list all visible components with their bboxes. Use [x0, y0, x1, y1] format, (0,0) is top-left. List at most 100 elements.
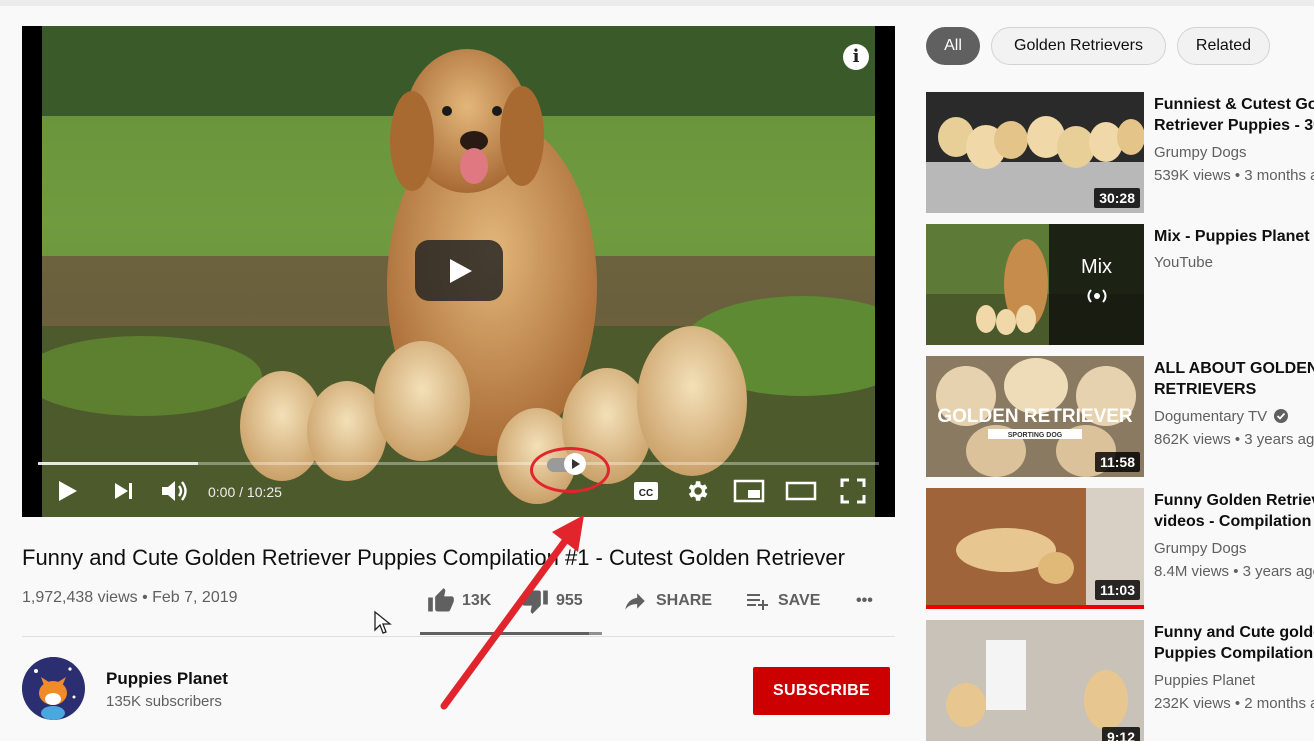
thumbs-up-icon [428, 588, 454, 612]
rec-stats: 539K views • 3 months ago [1154, 167, 1314, 184]
save-label: SAVE [778, 592, 821, 609]
fullscreen-icon [840, 478, 866, 504]
rec-stats: 862K views • 3 years ago [1154, 431, 1314, 448]
info-icon[interactable]: i [843, 44, 869, 70]
miniplayer-icon [733, 479, 765, 503]
mouse-cursor-icon [374, 610, 392, 634]
rec-title-line-1: ALL ABOUT GOLDEN [1154, 360, 1314, 377]
time-display: 0:00 / 10:25 [208, 484, 282, 500]
settings-button[interactable] [684, 476, 710, 506]
rec-item-3[interactable]: GOLDEN RETRIEVER SPORTING DOG 11:58 ALL … [926, 356, 1314, 477]
rec-thumbnail-4[interactable]: 11:03 [926, 488, 1144, 609]
rec-title-line-1: Funny and Cute golden [1154, 624, 1314, 641]
rec-channel: Grumpy Dogs [1154, 144, 1247, 161]
more-actions-button[interactable]: ••• [856, 586, 873, 616]
like-dislike-bar [420, 632, 602, 635]
rec-thumbnail-3[interactable]: GOLDEN RETRIEVER SPORTING DOG 11:58 [926, 356, 1144, 477]
duration-badge: 11:03 [1094, 580, 1140, 600]
channel-name[interactable]: Puppies Planet [106, 669, 228, 689]
rec-channel: Dogumentary TV [1154, 408, 1289, 425]
rec-title-line-2: Retriever Puppies - 30 [1154, 117, 1314, 134]
rec-item-1[interactable]: 30:28 Funniest & Cutest Golden Retriever… [926, 92, 1314, 213]
rec-title[interactable]: Funny Golden Retriever videos - Compilat… [1154, 490, 1314, 532]
volume-icon [162, 481, 187, 501]
video-views-date: 1,972,438 views • Feb 7, 2019 [22, 589, 238, 606]
video-title: Funny and Cute Golden Retriever Puppies … [22, 545, 845, 570]
verified-check-icon [1274, 409, 1289, 423]
rec-title[interactable]: Mix - Puppies Planet [1154, 226, 1314, 247]
thumbs-down-icon [522, 590, 548, 614]
subscriber-count: 135K subscribers [106, 693, 222, 710]
rec-title-line-1: Funniest & Cutest Golden [1154, 96, 1314, 113]
thumb-subline: SPORTING DOG [1008, 432, 1063, 439]
rec-item-4[interactable]: 11:03 Funny Golden Retriever videos - Co… [926, 488, 1314, 609]
rec-stats: 8.4M views • 3 years ago [1154, 563, 1314, 580]
rec-thumbnail-1[interactable]: 30:28 [926, 92, 1144, 213]
rec-item-2[interactable]: Mix Mix - Puppies Planet YouTube [926, 224, 1314, 345]
divider [22, 636, 895, 637]
big-play-button[interactable] [415, 240, 503, 301]
dislike-count: 955 [556, 592, 583, 609]
rec-thumbnail-2[interactable]: Mix [926, 224, 1144, 345]
share-arrow-icon [625, 593, 645, 610]
mix-label: Mix [1080, 256, 1113, 278]
rec-channel: Grumpy Dogs [1154, 540, 1247, 557]
like-button[interactable]: 13K [426, 586, 491, 616]
like-count: 13K [462, 592, 492, 609]
captions-button[interactable]: CC [633, 476, 659, 506]
rec-title-line-2: Puppies Compilation [1154, 645, 1314, 662]
svg-text:CC: CC [639, 488, 653, 499]
gear-icon [688, 481, 708, 501]
rec-item-5[interactable]: 9:12 Funny and Cute golden Puppies Compi… [926, 620, 1314, 741]
channel-avatar[interactable] [22, 657, 85, 720]
rec-stats: 232K views • 2 months ago [1154, 695, 1314, 712]
thumbnail-image [926, 620, 1144, 741]
share-button[interactable]: SHARE [620, 586, 712, 616]
cc-icon: CC [634, 482, 658, 500]
like-dislike-bar-fill [420, 632, 590, 635]
subscribe-button[interactable]: SUBSCRIBE [753, 667, 890, 715]
theater-icon [785, 481, 817, 501]
player-controls: 0:00 / 10:25 CC [22, 472, 895, 512]
rec-title[interactable]: ALL ABOUT GOLDEN RETRIEVERS [1154, 358, 1314, 400]
progress-bar-fill [38, 462, 198, 465]
rec-title-line-2: RETRIEVERS [1154, 381, 1257, 398]
playlist-add-icon [747, 594, 768, 610]
theater-mode-button[interactable] [785, 476, 817, 506]
fox-avatar-icon [22, 657, 84, 720]
chip-all[interactable]: All [926, 27, 980, 65]
duration-badge: 9:12 [1101, 727, 1140, 741]
rec-channel: YouTube [1154, 254, 1213, 271]
more-icon: ••• [856, 592, 873, 609]
rec-title[interactable]: Funniest & Cutest Golden Retriever Puppi… [1154, 94, 1314, 136]
rec-channel-name: Dogumentary TV [1154, 408, 1268, 425]
skip-next-icon [115, 483, 132, 499]
thumb-headline: GOLDEN RETRIEVER [937, 406, 1133, 427]
rec-title-line-1: Funny Golden Retriever [1154, 492, 1314, 509]
progress-bar[interactable] [38, 462, 879, 465]
rec-channel: Puppies Planet [1154, 672, 1255, 689]
autoplay-highlight-circle [530, 447, 610, 493]
chip-related[interactable]: Related [1177, 27, 1270, 65]
play-icon [59, 481, 77, 501]
miniplayer-button[interactable] [733, 476, 765, 506]
rec-title[interactable]: Funny and Cute golden Puppies Compilatio… [1154, 622, 1314, 664]
fullscreen-button[interactable] [840, 476, 866, 506]
rec-thumbnail-5[interactable]: 9:12 [926, 620, 1144, 741]
video-player[interactable]: i 0:00 / 10:25 CC [22, 26, 895, 517]
dislike-button[interactable]: 955 [520, 586, 583, 616]
rec-title-line-1: Mix - Puppies Planet [1154, 228, 1310, 245]
save-button[interactable]: SAVE [742, 586, 820, 616]
duration-badge: 30:28 [1094, 188, 1140, 208]
next-button[interactable] [112, 476, 136, 506]
volume-button[interactable] [160, 476, 190, 506]
radio-broadcast-icon [1087, 289, 1106, 303]
top-strip [0, 0, 1314, 6]
rec-title-line-2: videos - Compilation [1154, 513, 1312, 530]
share-label: SHARE [656, 592, 713, 609]
watched-progress-bar [926, 605, 1144, 609]
chip-golden-retrievers[interactable]: Golden Retrievers [991, 27, 1166, 65]
duration-badge: 11:58 [1094, 452, 1140, 472]
mix-overlay: Mix [1049, 224, 1144, 345]
play-button[interactable] [56, 476, 80, 506]
